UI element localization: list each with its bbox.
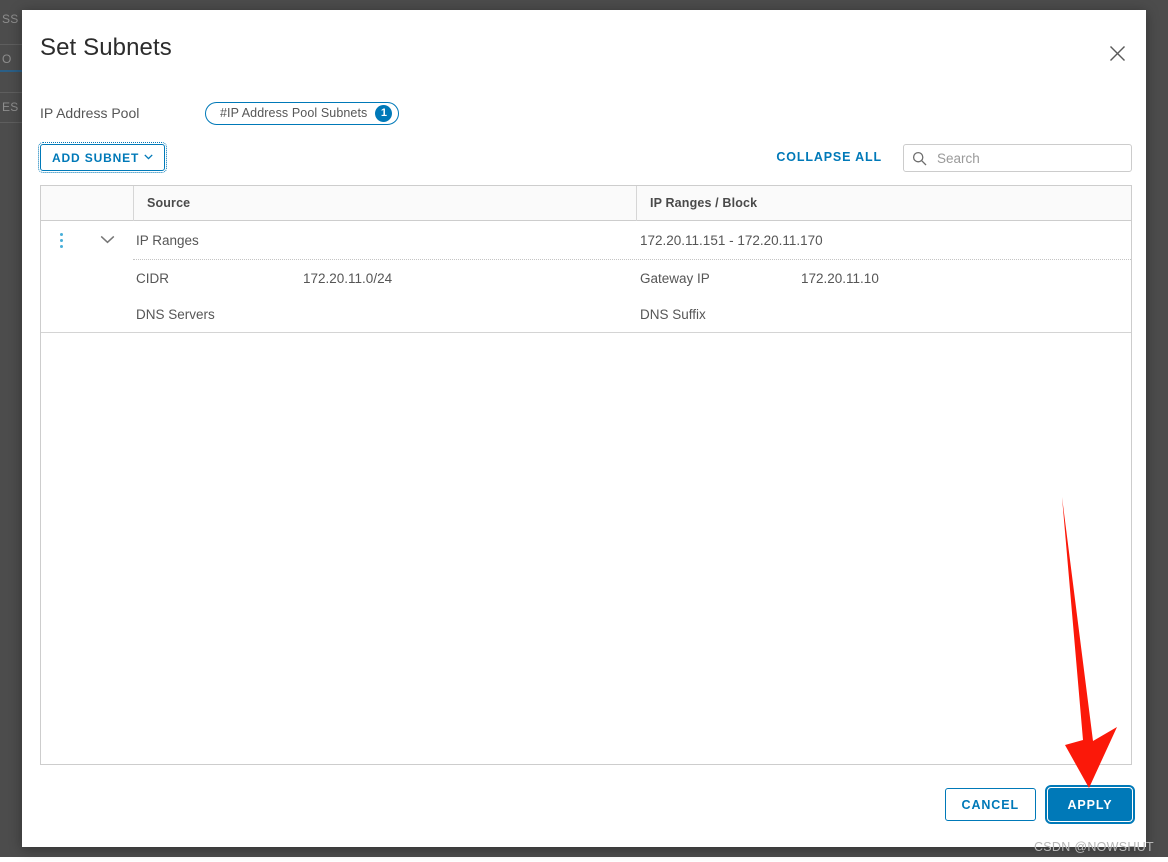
- watermark-text: CSDN @NOWSHUT: [1034, 840, 1154, 854]
- add-subnet-button[interactable]: ADD SUBNET: [40, 144, 165, 171]
- table-header-source: Source: [133, 186, 636, 221]
- pool-pill-count: 1: [375, 105, 392, 122]
- pool-pill-label: #IP Address Pool Subnets: [220, 106, 367, 120]
- row-ip-range-value: 172.20.11.151 - 172.20.11.170: [636, 233, 1131, 248]
- background-page-fragments: SS O ES: [0, 0, 24, 857]
- cancel-button[interactable]: CANCEL: [945, 788, 1036, 821]
- bg-divider-3: [0, 122, 24, 123]
- search-icon: [912, 151, 927, 166]
- bg-divider-2: [0, 92, 24, 93]
- add-subnet-label: ADD SUBNET: [52, 151, 139, 165]
- bg-fragment-1: SS: [2, 12, 18, 26]
- bg-accent-line: [0, 70, 24, 72]
- detail-cidr-value: 172.20.11.0/24: [303, 271, 636, 286]
- detail-gateway-ip-label: Gateway IP: [636, 271, 801, 286]
- table-toolbar: ADD SUBNET COLLAPSE ALL: [40, 144, 1132, 180]
- row-detail-line: DNS Servers DNS Suffix: [41, 296, 1131, 332]
- row-expand-toggle[interactable]: [81, 231, 133, 249]
- search-box[interactable]: [903, 144, 1132, 172]
- table-row[interactable]: IP Ranges 172.20.11.151 - 172.20.11.170: [41, 221, 1131, 259]
- ip-address-pool-subnets-badge[interactable]: #IP Address Pool Subnets 1: [205, 102, 399, 125]
- dialog-footer: CANCEL APPLY: [945, 788, 1132, 821]
- row-actions-button[interactable]: [41, 233, 81, 248]
- dialog-header: Set Subnets: [22, 10, 1146, 88]
- apply-button[interactable]: APPLY: [1048, 788, 1132, 821]
- bg-fragment-3: ES: [2, 100, 18, 114]
- chevron-down-icon: [100, 231, 115, 249]
- collapse-all-button[interactable]: COLLAPSE ALL: [776, 150, 882, 164]
- chevron-down-icon: [144, 152, 153, 163]
- table-header-actions: [41, 192, 133, 214]
- detail-dns-servers-label: DNS Servers: [133, 307, 303, 322]
- detail-gateway-ip-value: 172.20.11.10: [801, 271, 1131, 286]
- close-button[interactable]: [1100, 36, 1134, 70]
- search-input[interactable]: [935, 150, 1123, 167]
- table-header-row: Source IP Ranges / Block: [41, 186, 1131, 221]
- ip-address-pool-row: IP Address Pool #IP Address Pool Subnets…: [40, 98, 399, 128]
- subnets-table: Source IP Ranges / Block IP Range: [40, 185, 1132, 765]
- set-subnets-dialog: Set Subnets IP Address Pool #IP Address …: [22, 10, 1146, 847]
- more-vertical-icon: [60, 233, 63, 248]
- ip-address-pool-label: IP Address Pool: [40, 105, 205, 121]
- row-source-value: IP Ranges: [133, 233, 636, 248]
- table-row-group: IP Ranges 172.20.11.151 - 172.20.11.170 …: [41, 221, 1131, 333]
- row-detail-line: CIDR 172.20.11.0/24 Gateway IP 172.20.11…: [41, 260, 1131, 296]
- bg-divider-1: [0, 44, 24, 45]
- page-title: Set Subnets: [40, 34, 172, 62]
- detail-dns-suffix-label: DNS Suffix: [636, 307, 801, 322]
- detail-cidr-label: CIDR: [133, 271, 303, 286]
- table-header-ip-ranges: IP Ranges / Block: [636, 186, 1131, 221]
- close-icon: [1109, 45, 1126, 62]
- bg-fragment-2: O: [2, 52, 12, 66]
